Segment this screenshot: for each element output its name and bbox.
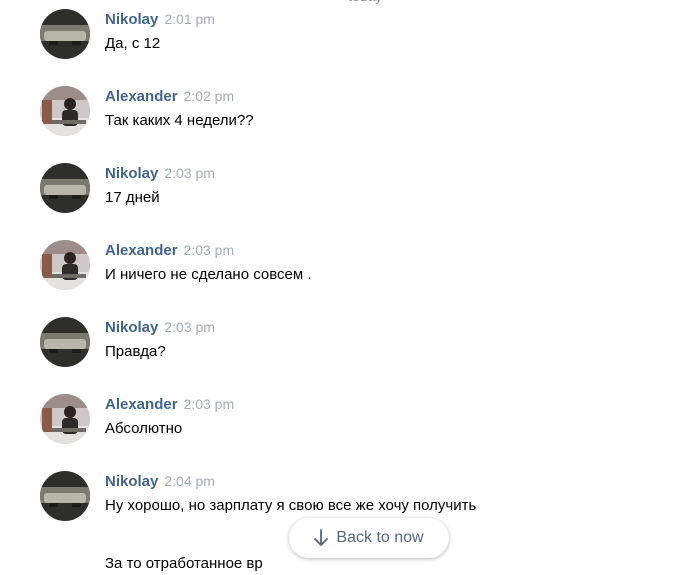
message-header: Nikolay 2:03 pm [105, 163, 215, 183]
author-name[interactable]: Alexander [105, 396, 178, 413]
message-text: 17 дней [105, 189, 160, 206]
avatar[interactable] [40, 317, 90, 367]
message-time[interactable]: 2:01 pm [164, 11, 215, 27]
message-text: Ну хорошо, но зарплату я свою все же хоч… [105, 497, 477, 514]
back-to-now-label: Back to now [336, 529, 424, 546]
message-text: Правда? [105, 343, 166, 360]
author-name[interactable]: Alexander [105, 88, 178, 105]
message-text: Так каких 4 недели?? [105, 112, 254, 129]
message-text: И ничего не сделано совсем . [105, 266, 312, 283]
message-header: Nikolay 2:01 pm [105, 9, 215, 29]
author-name[interactable]: Nikolay [105, 11, 158, 28]
message-time[interactable]: 2:03 pm [184, 242, 235, 258]
message-time[interactable]: 2:04 pm [164, 473, 215, 489]
avatar[interactable] [40, 163, 90, 213]
message-header: Alexander 2:03 pm [105, 394, 234, 414]
back-to-now-button[interactable]: Back to now [289, 518, 449, 558]
avatar[interactable] [40, 9, 90, 59]
message-header: Nikolay 2:03 pm [105, 317, 215, 337]
message-header: Alexander 2:02 pm [105, 86, 234, 106]
message-text: Да, с 12 [105, 35, 161, 52]
author-name[interactable]: Alexander [105, 242, 178, 259]
date-separator-label: today [348, 0, 382, 4]
message-text: Абсолютно [105, 420, 183, 437]
message-time[interactable]: 2:03 pm [164, 165, 215, 181]
author-name[interactable]: Nikolay [105, 165, 158, 182]
avatar[interactable] [40, 394, 90, 444]
message-header: Nikolay 2:04 pm [105, 471, 215, 491]
message-time[interactable]: 2:02 pm [184, 88, 235, 104]
date-separator: today [0, 0, 700, 8]
message-header: Alexander 2:03 pm [105, 240, 234, 260]
chat-history: today Nikolay 2:01 pm Да, с 12 [0, 0, 700, 575]
message-time[interactable]: 2:03 pm [184, 396, 235, 412]
arrow-down-icon [314, 529, 329, 547]
avatar[interactable] [40, 471, 90, 521]
author-name[interactable]: Nikolay [105, 319, 158, 336]
message-text-continuation: За то отработанное вр [105, 555, 263, 572]
avatar[interactable] [40, 86, 90, 136]
message-time[interactable]: 2:03 pm [164, 319, 215, 335]
avatar[interactable] [40, 240, 90, 290]
author-name[interactable]: Nikolay [105, 473, 158, 490]
